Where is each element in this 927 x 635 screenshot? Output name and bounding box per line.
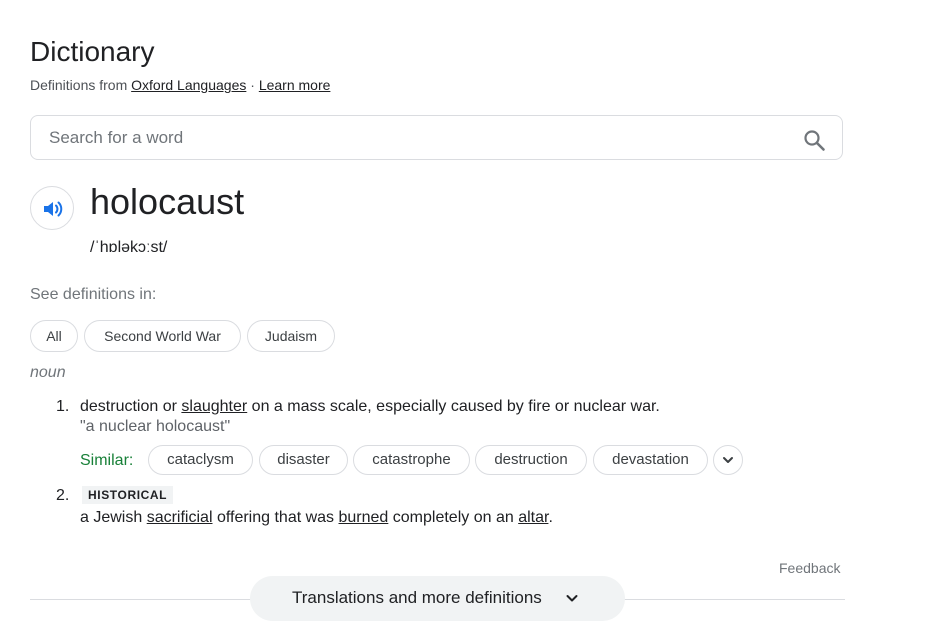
definition-text: a Jewish	[80, 509, 147, 526]
speaker-icon	[44, 201, 63, 217]
search-box[interactable]	[30, 115, 843, 160]
source-line: Definitions from Oxford Languages · Lear…	[30, 76, 330, 94]
similar-chip-disaster[interactable]: disaster	[259, 445, 348, 475]
page-title: Dictionary	[30, 36, 155, 67]
category-chip-all[interactable]: All	[30, 320, 78, 352]
search-icon[interactable]	[802, 128, 826, 152]
definition-text: .	[548, 509, 553, 526]
separator: ·	[250, 77, 255, 93]
phonetic: /ˈhɒləkɔːst/	[90, 239, 168, 256]
sense-number: 1.	[56, 398, 70, 415]
word-link-slaughter[interactable]: slaughter	[181, 398, 247, 415]
usage-label: HISTORICAL	[82, 486, 174, 504]
headword: holocaust	[90, 181, 245, 222]
sense-definition: a Jewish sacrificial offering that was b…	[80, 508, 553, 528]
similar-label: Similar:	[80, 452, 134, 469]
translations-button[interactable]: Translations and more definitions	[250, 576, 625, 621]
sense-example: "a nuclear holocaust"	[80, 418, 231, 435]
word-link-sacrificial[interactable]: sacrificial	[147, 509, 213, 526]
definition-text: completely on an	[388, 509, 519, 526]
similar-chip-catastrophe[interactable]: catastrophe	[353, 445, 470, 475]
definition-text: on a mass scale, especially caused by fi…	[247, 398, 660, 415]
expand-similar-button[interactable]	[713, 445, 743, 475]
chevron-down-icon	[566, 595, 578, 602]
similar-chip-destruction[interactable]: destruction	[475, 445, 587, 475]
sense-number: 2.	[56, 487, 70, 504]
category-chip-second-world-war[interactable]: Second World War	[84, 320, 241, 352]
word-link-altar[interactable]: altar	[518, 509, 548, 526]
sense-definition: destruction or slaughter on a mass scale…	[80, 397, 660, 417]
chevron-down-icon	[723, 457, 733, 463]
definition-text: destruction or	[80, 398, 182, 415]
learn-more-link[interactable]: Learn more	[259, 77, 331, 93]
search-input[interactable]	[49, 126, 789, 150]
feedback-link[interactable]: Feedback	[779, 559, 840, 577]
pronunciation-button[interactable]	[30, 186, 74, 230]
definition-text: offering that was	[212, 509, 339, 526]
translations-button-label: Translations and more definitions	[292, 588, 542, 607]
source-prefix: Definitions from	[30, 77, 128, 93]
part-of-speech: noun	[30, 364, 66, 381]
similar-chip-cataclysm[interactable]: cataclysm	[148, 445, 253, 475]
oxford-languages-link[interactable]: Oxford Languages	[131, 77, 246, 93]
word-link-burned[interactable]: burned	[339, 509, 389, 526]
category-chip-judaism[interactable]: Judaism	[247, 320, 335, 352]
similar-chip-devastation[interactable]: devastation	[593, 445, 708, 475]
see-definitions-label: See definitions in:	[30, 286, 157, 303]
